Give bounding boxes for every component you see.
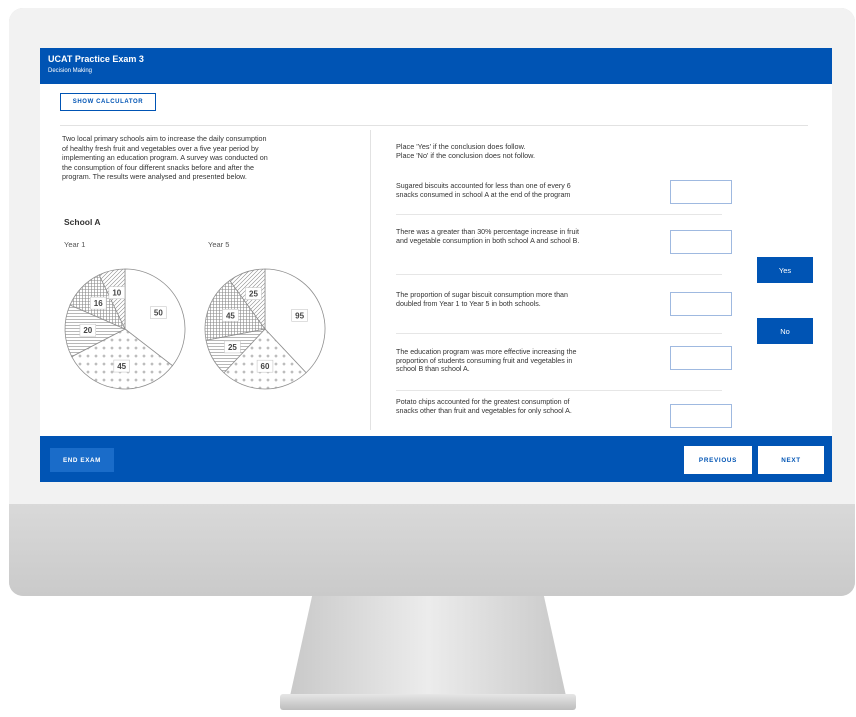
question-divider [396,274,722,275]
question-divider [396,214,722,215]
answer-drop-box[interactable] [670,180,732,204]
question-divider [396,333,722,334]
slice-value-label: 25 [249,290,258,299]
question-statement: There was a greater than 30% percentage … [396,228,660,245]
exam-screen: UCAT Practice Exam 3 Decision Making SHO… [40,48,832,482]
exam-header: UCAT Practice Exam 3 Decision Making [40,48,832,84]
year1-pie-chart: 50 45 20 16 10 [64,268,186,390]
year5-label: Year 5 [208,240,230,249]
answer-drop-box[interactable] [670,346,732,370]
exam-section: Decision Making [48,68,93,74]
instructions: Place 'Yes' if the conclusion does follo… [396,142,535,160]
school-heading: School A [64,217,101,227]
no-answer-button[interactable]: No [757,318,813,344]
column-divider [370,130,371,430]
yes-answer-button[interactable]: Yes [757,257,813,283]
question-line: The proportion of sugar biscuit consumpt… [396,291,568,299]
slice-value-label: 45 [117,362,126,371]
question-statement: Potato chips accounted for the greatest … [396,398,660,415]
slice-value-label: 16 [94,299,103,308]
next-button[interactable]: NEXT [758,446,824,474]
instruction-yes: Place 'Yes' if the conclusion does follo… [396,142,526,151]
question-line: school B than school A. [396,365,470,374]
answer-drop-box[interactable] [670,292,732,316]
question-statement: The education program was more effective… [396,348,660,374]
question-line: proportion of students consuming fruit a… [396,356,573,365]
end-exam-button[interactable]: END EXAM [50,448,114,472]
question-line: There was a greater than 30% percentage … [396,228,579,236]
passage-line: the consumption of four different snacks… [62,162,255,172]
question-line: snacks consumed in school A at the end o… [396,190,571,199]
question-line: Sugared biscuits accounted for less than… [396,182,571,190]
question-line: Potato chips accounted for the greatest … [396,398,570,406]
passage-line: program. The results were analysed and p… [62,172,247,182]
year5-pie-chart: 95 60 25 45 25 [204,268,326,390]
monitor-chin [9,504,855,596]
slice-value-label: 50 [154,309,163,318]
slice-value-label: 25 [228,343,237,352]
exam-title: UCAT Practice Exam 3 [48,54,144,64]
slice-value-label: 60 [261,362,270,371]
slice-value-label: 45 [226,311,235,320]
monitor-stand [290,596,566,696]
question-divider [396,390,722,391]
monitor-base [280,694,576,710]
question-line: The education program was more effective… [396,348,577,356]
passage-line: implementing an education program. A sur… [62,153,268,163]
answer-drop-box[interactable] [670,404,732,428]
previous-button[interactable]: PREVIOUS [684,446,752,474]
question-line: snacks other than fruit and vegetables f… [396,406,572,415]
show-calculator-button[interactable]: SHOW CALCULATOR [60,93,156,111]
question-line: doubled from Year 1 to Year 5 in both sc… [396,299,541,308]
exam-footer: END EXAM PREVIOUS NEXT [40,436,832,482]
divider [60,125,808,126]
question-statement: The proportion of sugar biscuit consumpt… [396,291,660,308]
question-statement: Sugared biscuits accounted for less than… [396,182,660,199]
question-line: and vegetable consumption in both school… [396,236,580,245]
slice-value-label: 95 [295,311,304,320]
answer-drop-box[interactable] [670,230,732,254]
passage-line: Two local primary schools aim to increas… [62,134,267,143]
passage-text: Two local primary schools aim to increas… [62,134,348,182]
instruction-no: Place 'No' if the conclusion does not fo… [396,151,536,160]
year1-label: Year 1 [64,240,86,249]
passage-line: of healthy fresh fruit and vegetables ov… [62,143,259,153]
slice-value-label: 10 [112,289,121,298]
slice-value-label: 20 [83,326,92,335]
